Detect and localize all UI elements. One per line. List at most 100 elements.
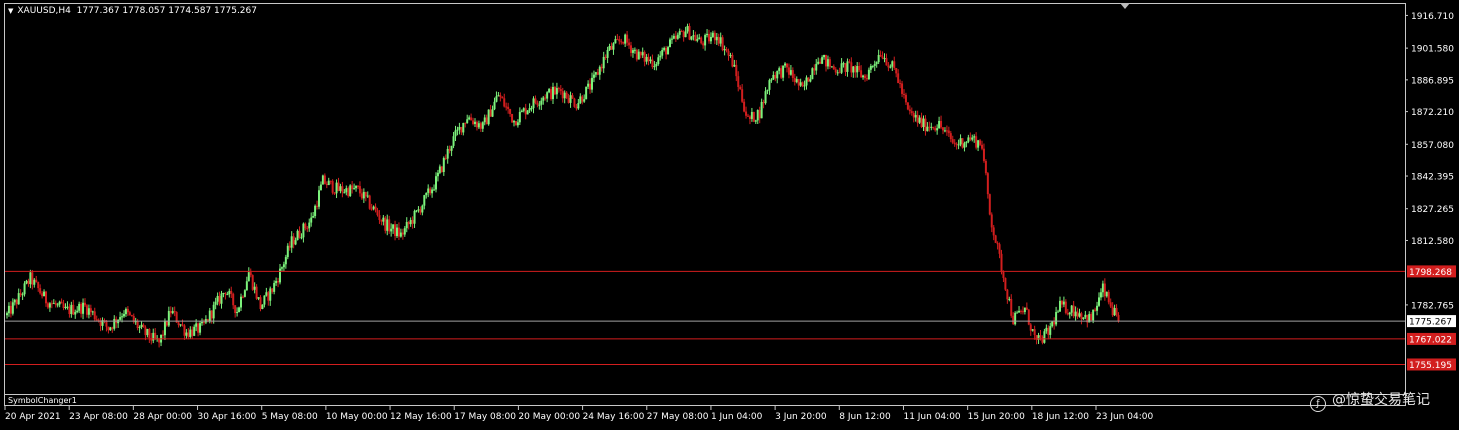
candle-body (54, 302, 57, 305)
candle-body (546, 92, 549, 99)
candle-body (830, 66, 833, 68)
dropdown-triangle-icon[interactable]: ▼ (8, 7, 13, 15)
candle-body (598, 66, 601, 75)
x-tick-label: 20 May 00:00 (518, 412, 580, 422)
candle-body (1066, 312, 1069, 315)
candle-body (825, 54, 827, 67)
candle-body (643, 52, 646, 62)
x-tick-label: 15 Jun 20:00 (968, 412, 1025, 422)
candle-body (981, 144, 983, 149)
candle-body (306, 228, 309, 230)
candle-body (651, 59, 654, 68)
candle-body (29, 272, 32, 285)
candle-body (169, 310, 172, 314)
candle-body (957, 144, 960, 146)
candle-body (1018, 310, 1021, 313)
candle-body (107, 326, 110, 331)
candle-body (331, 181, 334, 193)
candle-body (189, 329, 192, 337)
symbol-changer-panel[interactable]: SymbolChanger1 (4, 394, 1406, 406)
x-tick-label: 1 Jun 04:00 (711, 412, 763, 422)
candle-body (986, 173, 989, 195)
candle-body (52, 302, 55, 304)
candle-body (343, 192, 346, 194)
candle-body (865, 78, 868, 80)
x-tick-label: 3 Jun 20:00 (775, 412, 827, 422)
x-tick-label: 12 May 16:00 (390, 412, 452, 422)
candle-body (495, 96, 498, 102)
candle-body (452, 136, 455, 146)
x-tick-label: 11 Jun 04:00 (903, 412, 960, 422)
candle-body (403, 228, 406, 235)
candle-body (573, 98, 576, 107)
candle-body (513, 121, 515, 123)
candle-body (263, 295, 266, 305)
candle-body (940, 120, 943, 128)
candle-body (1029, 324, 1032, 331)
candle-body (1101, 283, 1104, 293)
candle-body (1072, 305, 1075, 317)
candle-body (748, 116, 751, 119)
candle-body (1115, 308, 1118, 316)
candle-body (477, 123, 480, 128)
candle-body (119, 317, 122, 320)
candle-body (472, 120, 475, 125)
candle-body (994, 235, 997, 243)
candle-body (146, 329, 149, 336)
candle-body (1062, 301, 1065, 305)
candle-body (216, 295, 219, 302)
candle-body (1020, 310, 1022, 312)
candle-body (885, 58, 888, 66)
candle-body (288, 245, 291, 248)
candle-body (867, 69, 870, 80)
candle-body (715, 36, 718, 41)
candle-body (992, 227, 995, 236)
candle-body (877, 55, 880, 63)
candle-body (760, 101, 763, 119)
candle-body (786, 63, 788, 68)
candle-body (1000, 253, 1003, 273)
candle-body (608, 45, 611, 51)
candle-body (979, 140, 982, 145)
candle-body (382, 217, 385, 222)
watermark-text: @惊蛰交易笔记 (1332, 392, 1430, 408)
x-tick-label: 8 Jun 12:00 (839, 412, 891, 422)
candle-body (390, 228, 393, 232)
candle-body (548, 89, 551, 93)
candle-body (708, 33, 710, 42)
candle-body (528, 108, 531, 111)
candle-body (637, 51, 640, 60)
candle-body (454, 130, 457, 137)
candle-body (58, 301, 61, 305)
candle-body (333, 192, 336, 194)
candle-body (1045, 327, 1048, 332)
price-chart[interactable]: 1798.268 1767.022 1755.195 1775.267 1916.710… (0, 0, 1459, 430)
candle-body (76, 310, 79, 313)
candle-body (429, 188, 432, 194)
watermark-logo-icon: ƒ (1310, 396, 1326, 412)
candle-body (222, 292, 225, 294)
x-tick-label: 30 Apr 16:00 (198, 412, 257, 422)
candle-body (154, 332, 157, 339)
candle-body (364, 191, 367, 197)
candle-body (587, 83, 590, 87)
candle-body (544, 97, 547, 99)
candle-body (945, 130, 948, 132)
candle-body (899, 83, 902, 85)
candle-body (195, 323, 198, 327)
candle-body (280, 267, 283, 269)
candle-body (684, 31, 687, 38)
candle-body (440, 166, 443, 173)
candle-body (704, 35, 707, 46)
candle-body (836, 72, 839, 74)
candle-body (1080, 313, 1083, 320)
candle-body (766, 89, 769, 92)
chart-window[interactable]: 1798.268 1767.022 1755.195 1775.267 1916.710… (0, 0, 1459, 430)
candle-body (394, 224, 397, 237)
candle-body (85, 305, 88, 315)
candle-body (113, 318, 116, 329)
candle-body (177, 322, 180, 325)
candle-body (998, 244, 1001, 254)
candle-body (706, 33, 709, 36)
candle-body (358, 186, 361, 194)
